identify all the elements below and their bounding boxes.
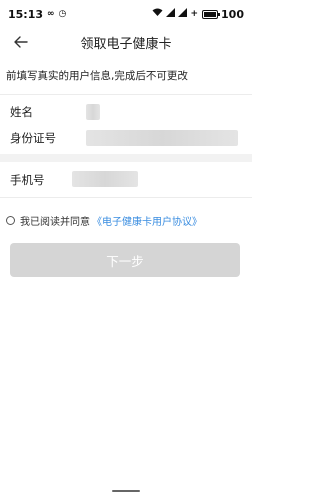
section-divider [0,154,252,162]
agreement-checkbox[interactable] [6,215,15,225]
status-right: + 100 [152,8,244,21]
id-field-row[interactable]: 身份证号 [0,120,252,156]
info-notice: 前填写真实的用户信息,完成后不可更改 [0,56,252,94]
id-value[interactable] [86,130,238,146]
status-left: 15:13 ∞ ◷ [8,8,66,21]
home-indicator [112,490,140,492]
agreement-row: 我已阅读并同意 《电子健康卡用户协议》 [6,212,202,228]
wifi-icon [152,8,163,20]
status-time: 15:13 [8,7,44,21]
next-button[interactable]: 下一步 [10,243,240,277]
phone-field-row[interactable]: 手机号 [0,162,252,198]
phone-value[interactable] [72,171,138,187]
id-label: 身份证号 [10,130,56,145]
signal-icon-2 [178,8,188,20]
signal-icon [166,8,176,20]
agreement-text: 我已阅读并同意 [20,216,90,228]
nav-bar: 领取电子健康卡 [0,28,252,56]
clock-icon: ◷ [58,8,67,19]
status-bar: 15:13 ∞ ◷ + 100 [0,0,252,28]
infinity-icon: ∞ [47,8,55,19]
battery-icon [202,9,221,19]
battery-level: 100 [221,7,244,21]
page-title: 领取电子健康卡 [80,36,172,52]
name-label: 姓名 [10,105,33,119]
agreement-link[interactable]: 《电子健康卡用户协议》 [92,213,202,228]
name-value[interactable] [86,104,100,120]
back-arrow-icon[interactable] [12,34,30,50]
plus-icon: + [190,8,199,19]
